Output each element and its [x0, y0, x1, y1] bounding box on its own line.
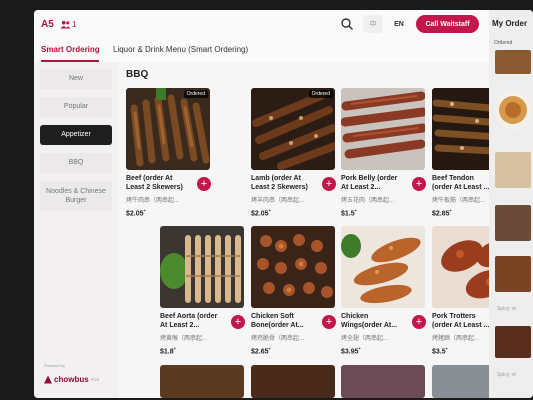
- table-number: A5: [41, 19, 54, 30]
- ordered-tag: Ordered: [183, 90, 208, 98]
- my-order-panel: My Order Ordered Spicy: xl Spicy: xl: [489, 10, 533, 398]
- category-new[interactable]: New: [40, 69, 112, 89]
- order-note: Spicy: xl: [497, 372, 516, 378]
- item-chinese-name: 烤全翅（两串起...: [341, 336, 389, 342]
- order-note: Spicy: xl: [497, 306, 516, 312]
- item-name: Pork Trotters (order At Least ...: [432, 313, 490, 329]
- top-bar: A5 1 中 EN Call Waitstaff: [34, 10, 489, 40]
- item-price: $2.85+: [432, 208, 452, 218]
- price-value: $3.95: [341, 348, 359, 356]
- item-price: $3.95+: [341, 346, 361, 356]
- item-chinese-name: 烤五花肉（两串起...: [341, 198, 395, 204]
- item-chinese-name: 烤牛肉串（两串起...: [126, 198, 180, 204]
- item-chinese-name: 烤鸡脆骨（两串起...: [251, 336, 305, 342]
- food-image: [251, 226, 335, 308]
- food-image: [160, 226, 244, 308]
- order-thumbnail[interactable]: [495, 90, 531, 130]
- my-order-title: My Order: [492, 19, 528, 28]
- chowbus-brand: chowbus: [54, 375, 89, 384]
- category-noodles-chinese-burger[interactable]: Noodles & Chinese Burger: [40, 181, 112, 211]
- add-to-cart-button[interactable]: +: [322, 315, 336, 329]
- food-image: [341, 226, 425, 308]
- tab-smart-ordering[interactable]: Smart Ordering: [41, 45, 100, 54]
- category-bbq[interactable]: BBQ: [40, 153, 112, 173]
- language-chinese-button[interactable]: 中: [363, 15, 383, 33]
- item-price: $2.05+: [251, 208, 271, 218]
- item-name: Lamb (order At Least 2 Skewers): [251, 175, 308, 191]
- food-image: Ordered: [251, 88, 335, 170]
- powered-by-label: Powered by: [44, 363, 66, 368]
- add-to-cart-button[interactable]: +: [412, 177, 426, 191]
- section-title: BBQ: [126, 69, 149, 80]
- guest-count-value: 1: [72, 20, 77, 29]
- price-value: $1.8: [160, 348, 174, 356]
- price-value: $2.05: [251, 210, 269, 218]
- item-name: Beef Tendon (order At Least ...: [432, 175, 490, 191]
- order-thumbnail[interactable]: [495, 50, 531, 74]
- food-image-partial: [160, 365, 244, 398]
- order-thumbnail[interactable]: [495, 152, 531, 188]
- category-popular[interactable]: Popular: [40, 97, 112, 117]
- ordered-tag: Ordered: [308, 90, 333, 98]
- tab-liquor-drink-menu[interactable]: Liquor & Drink Menu (Smart Ordering): [113, 45, 248, 54]
- category-sidebar: New Popular Appetizer BBQ Noodles & Chin…: [34, 62, 118, 398]
- price-value: $2.05: [126, 210, 144, 218]
- order-thumbnail[interactable]: [495, 256, 531, 292]
- guest-count[interactable]: 1: [60, 20, 76, 29]
- item-name: Beef Aorta (order At Least 2...: [160, 313, 218, 329]
- add-to-cart-button[interactable]: +: [231, 315, 245, 329]
- item-name: Chicken Soft Bone(order At...: [251, 313, 304, 329]
- chowbus-logo-icon: [44, 375, 52, 384]
- ordered-section-label: Ordered: [494, 40, 513, 46]
- tablet-screen: A5 1 中 EN Call Waitstaff Smart Ordering …: [34, 10, 533, 398]
- order-thumbnail[interactable]: [495, 205, 531, 241]
- people-icon: [60, 20, 71, 29]
- item-price: $3.5+: [432, 346, 448, 356]
- item-price: $2.65+: [251, 346, 271, 356]
- language-english-button[interactable]: EN: [388, 15, 410, 33]
- item-price: $1.8+: [160, 346, 176, 356]
- price-value: $1.5: [341, 210, 355, 218]
- add-to-cart-button[interactable]: +: [322, 177, 336, 191]
- chowbus-logo: chowbus POS: [44, 375, 99, 384]
- chowbus-brand-sub: POS: [90, 377, 100, 382]
- price-value: $2.65: [251, 348, 269, 356]
- category-appetizer[interactable]: Appetizer: [40, 125, 112, 145]
- item-name: Pork Belly (order At Least 2...: [341, 175, 398, 191]
- menu-tabs: Smart Ordering Liquor & Drink Menu (Smar…: [34, 40, 489, 62]
- call-waitstaff-button[interactable]: Call Waitstaff: [416, 15, 479, 33]
- food-image: [341, 88, 425, 170]
- add-to-cart-button[interactable]: +: [412, 315, 426, 329]
- order-thumbnail[interactable]: [495, 326, 531, 358]
- item-chinese-name: 烤羊肉串（两串起...: [251, 198, 305, 204]
- price-value: $3.5: [432, 348, 446, 356]
- item-price: $2.05+: [126, 208, 146, 218]
- item-price: $1.5+: [341, 208, 357, 218]
- price-value: $2.85: [432, 210, 450, 218]
- item-chinese-name: 烤黄喉（两串起...: [160, 336, 208, 342]
- menu-content: BBQ Ordered Beef (order At Least 2 Skewe…: [118, 62, 517, 398]
- food-image: Ordered: [126, 88, 210, 170]
- item-name: Beef (order At Least 2 Skewers): [126, 175, 183, 191]
- add-to-cart-button[interactable]: +: [197, 177, 211, 191]
- food-image-partial: [341, 365, 425, 398]
- food-image-partial: [251, 365, 335, 398]
- search-icon[interactable]: [340, 17, 354, 31]
- item-name: Chicken Wings(order At...: [341, 313, 398, 329]
